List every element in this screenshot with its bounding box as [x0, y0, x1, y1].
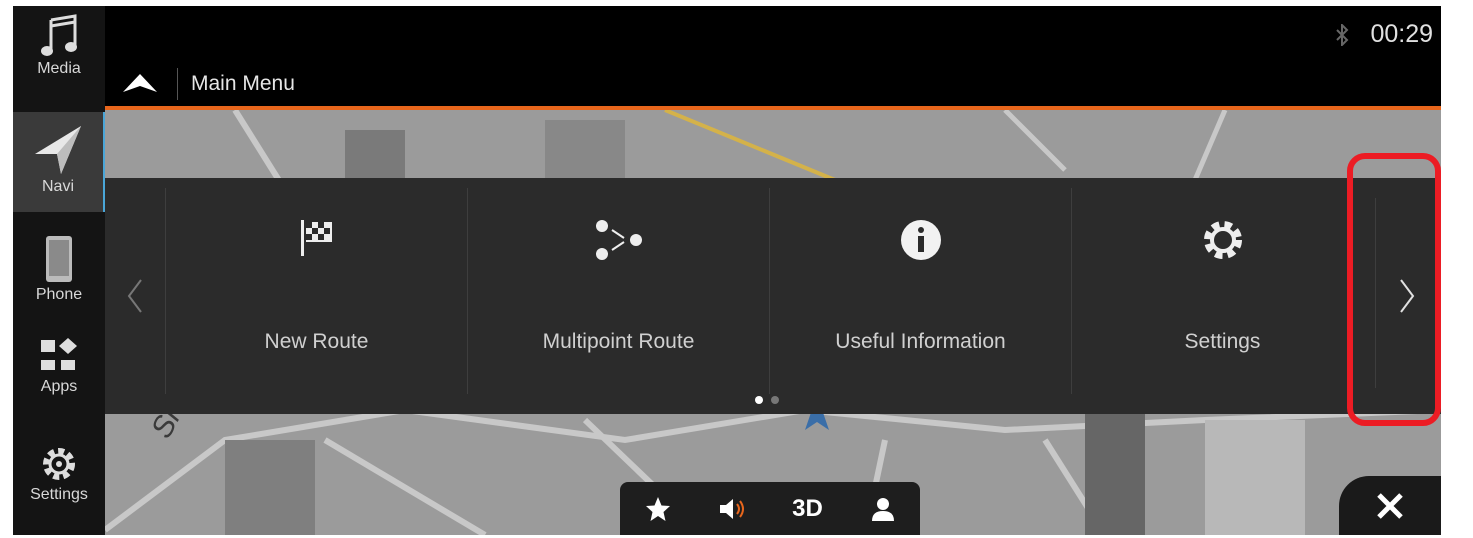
music-note-icon — [41, 14, 77, 56]
rail-item-label: Settings — [30, 486, 88, 503]
navigation-chevron-icon[interactable] — [121, 72, 159, 94]
rail-item-settings[interactable]: Settings — [13, 444, 105, 532]
gear-icon — [43, 448, 75, 480]
top-bar: Main Menu 00:29 — [105, 6, 1441, 106]
person-icon — [871, 497, 894, 521]
info-icon — [900, 220, 941, 260]
checkered-flag-icon — [300, 220, 332, 256]
favorites-button[interactable] — [628, 495, 688, 523]
star-icon — [645, 496, 670, 521]
menu-tile-useful-information[interactable]: Useful Information — [769, 188, 1071, 394]
speaker-icon — [719, 498, 744, 519]
volume-button[interactable] — [703, 495, 763, 523]
rail-item-label: Media — [37, 60, 81, 77]
menu-tile-settings[interactable]: Settings — [1071, 188, 1373, 394]
page-dot-active — [755, 396, 763, 404]
rail-item-label: Phone — [35, 286, 83, 303]
close-button[interactable] — [1339, 476, 1441, 535]
rail-item-navi[interactable]: Navi — [13, 112, 105, 212]
page-indicator — [755, 396, 779, 404]
main-menu-panel: New Route Multipoint Route Useful Inform… — [105, 178, 1441, 414]
profile-button[interactable] — [853, 495, 913, 523]
apps-grid-icon — [41, 338, 77, 370]
rail-item-media[interactable]: Media — [13, 14, 105, 106]
navigation-arrow-icon — [35, 126, 81, 174]
rail-item-apps[interactable]: Apps — [13, 336, 105, 416]
smartphone-icon — [46, 236, 72, 282]
page-dot — [771, 396, 779, 404]
rail-item-phone[interactable]: Phone — [13, 234, 105, 314]
previous-page-button[interactable] — [105, 178, 165, 414]
map-controls-bar: 3D — [620, 482, 920, 535]
infotainment-screen: Media Navi Phone Apps Settings Main Menu… — [13, 6, 1441, 535]
close-icon — [1377, 492, 1403, 519]
menu-tile-label: New Route — [264, 330, 369, 353]
chevron-left-icon — [127, 279, 142, 313]
multipoint-icon — [595, 220, 642, 260]
menu-tile-new-route[interactable]: New Route — [165, 188, 467, 394]
menu-tile-multipoint-route[interactable]: Multipoint Route — [467, 188, 769, 394]
bluetooth-icon — [1336, 24, 1349, 46]
page-title: Main Menu — [191, 72, 295, 95]
clock: 00:29 — [1370, 20, 1433, 48]
menu-tile-label: Multipoint Route — [542, 330, 695, 353]
rail-item-label: Apps — [40, 378, 78, 395]
gear-icon — [1203, 221, 1242, 259]
title-separator — [177, 68, 178, 100]
highlight-box — [1347, 153, 1441, 426]
view-mode-button[interactable]: 3D — [778, 495, 838, 523]
menu-tile-label: Useful Information — [835, 330, 1006, 353]
rail-item-label: Navi — [41, 178, 74, 195]
menu-tile-label: Settings — [1184, 330, 1261, 353]
left-rail: Media Navi Phone Apps Settings — [13, 6, 105, 535]
